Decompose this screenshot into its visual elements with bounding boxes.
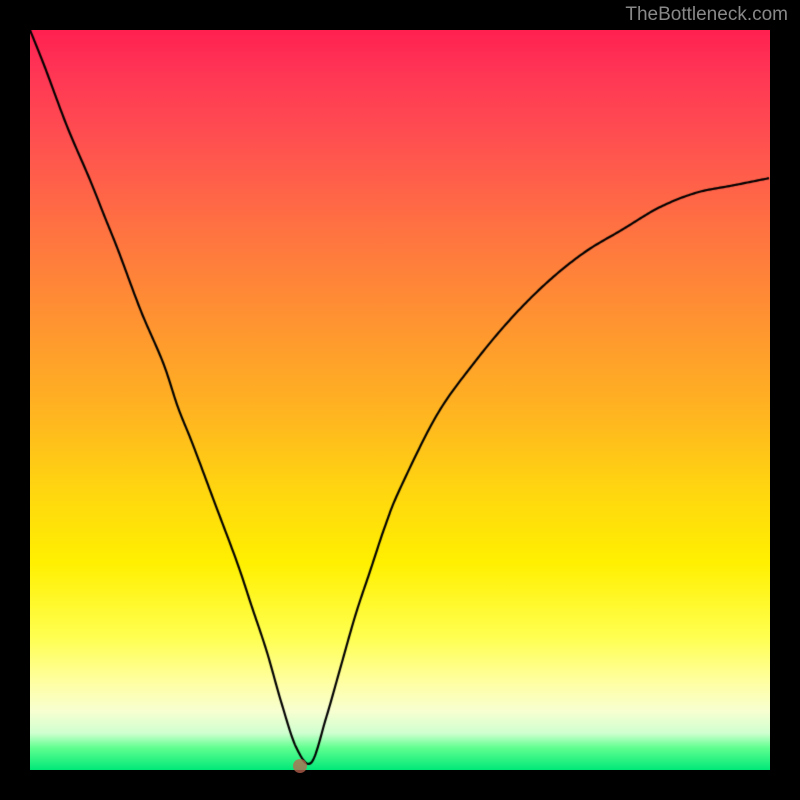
watermark-text: TheBottleneck.com — [625, 4, 788, 26]
chart-container: TheBottleneck.com — [0, 0, 800, 800]
curve-canvas — [30, 30, 770, 770]
plot-area — [30, 30, 770, 770]
optimal-point-marker — [293, 759, 307, 773]
